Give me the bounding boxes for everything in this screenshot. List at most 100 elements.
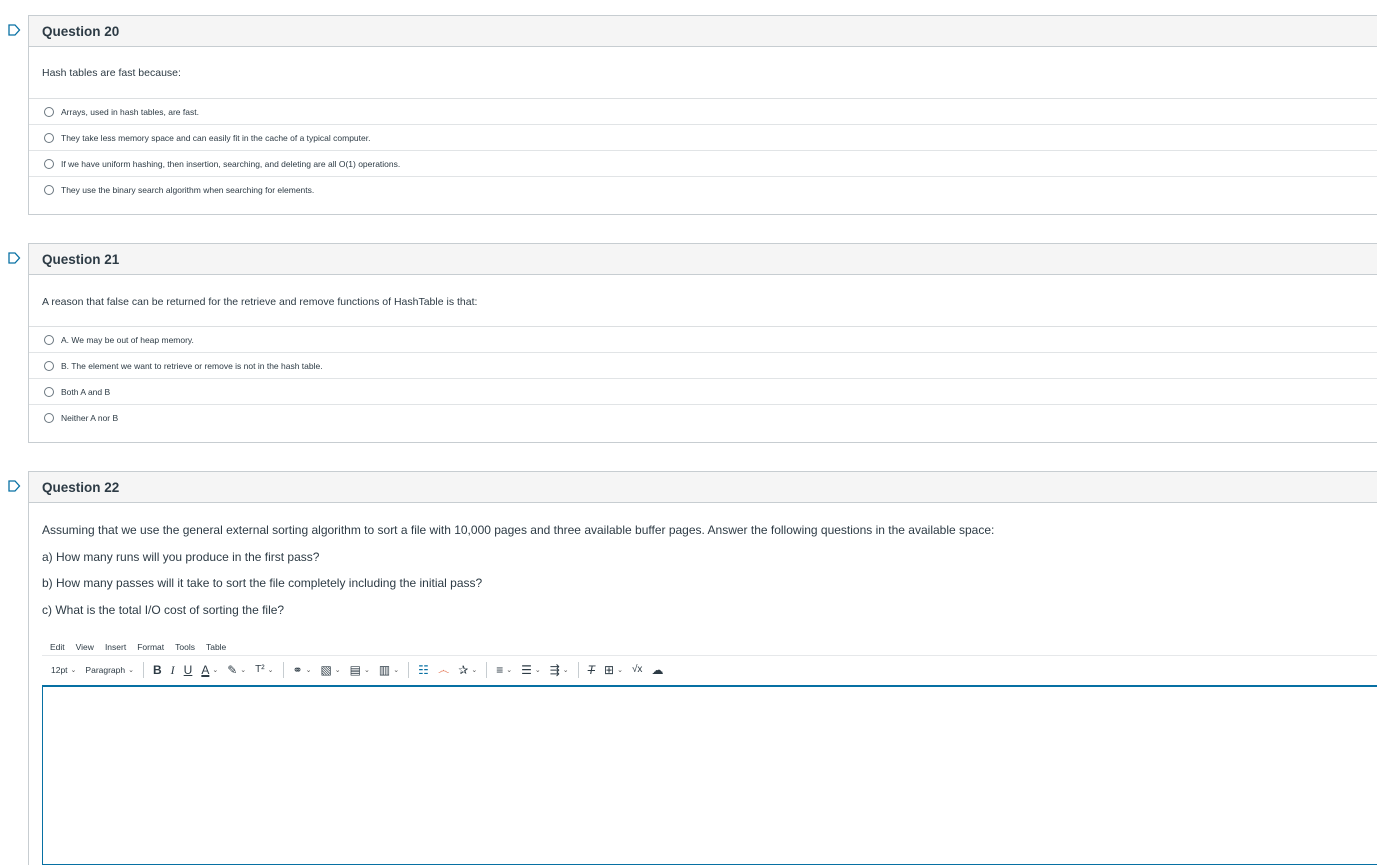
flag-question-22-icon[interactable] — [8, 480, 21, 492]
indent-icon: ⇶ — [549, 663, 560, 677]
link-button[interactable]: ⚭ ⌄ — [293, 664, 312, 676]
cloud-upload-icon[interactable]: ☁ — [651, 664, 663, 676]
accessibility-icon: ✰ — [458, 663, 469, 677]
answer-option[interactable]: A. We may be out of heap memory. — [29, 327, 1377, 353]
radio-button-icon[interactable] — [44, 132, 54, 143]
highlight-color-button[interactable]: ✎ ⌄ — [227, 664, 246, 676]
answer-label: Arrays, used in hash tables, are fast. — [61, 106, 199, 117]
underline-button[interactable]: U — [184, 664, 193, 676]
answer-label: B. The element we want to retrieve or re… — [61, 360, 323, 371]
flag-question-20-icon[interactable] — [8, 24, 21, 36]
document-button[interactable]: ▥ ⌄ — [379, 664, 399, 676]
radio-button-icon[interactable] — [44, 386, 54, 397]
superscript-button[interactable]: T² ⌄ — [255, 664, 273, 676]
flag-question-21-icon[interactable] — [8, 252, 21, 264]
table-button[interactable]: ⊞ ⌄ — [604, 664, 623, 676]
chevron-down-icon: ⌄ — [506, 667, 513, 674]
image-icon: ▧ — [320, 663, 332, 677]
answer-label: If we have uniform hashing, then inserti… — [61, 158, 401, 169]
menu-table[interactable]: Table — [206, 642, 226, 652]
link-icon: ⚭ — [292, 663, 303, 677]
menu-view[interactable]: View — [76, 642, 94, 652]
question-text: b) How many passes will it take to sort … — [42, 576, 483, 590]
radio-button-icon[interactable] — [44, 158, 54, 169]
chevron-down-icon: ⌄ — [471, 667, 478, 674]
answer-option[interactable]: They use the binary search algorithm whe… — [29, 177, 1377, 203]
block-format-select[interactable]: Paragraph ⌄ — [85, 665, 134, 675]
image-button[interactable]: ▧ ⌄ — [320, 664, 340, 676]
answer-option[interactable]: Arrays, used in hash tables, are fast. — [29, 99, 1377, 125]
italic-button[interactable]: I — [171, 664, 175, 676]
question-title: Question 20 — [42, 23, 120, 39]
answer-option[interactable]: They take less memory space and can easi… — [29, 125, 1377, 151]
math-equation-icon[interactable]: √x — [632, 664, 643, 676]
chevron-down-icon: ⌄ — [334, 667, 341, 674]
answer-label: A. We may be out of heap memory. — [61, 334, 194, 345]
apps-icon[interactable]: ☷ — [418, 664, 429, 676]
highlighter-icon: ✎ — [227, 663, 238, 677]
bullet-list-button[interactable]: ☰ ⌄ — [521, 664, 541, 676]
question-20: Question 20 Hash tables are fast because… — [28, 15, 1377, 215]
radio-button-icon[interactable] — [44, 360, 54, 371]
indent-button[interactable]: ⇶ ⌄ — [550, 664, 569, 676]
rich-text-editor: Edit View Insert Format Tools Table 12pt… — [42, 639, 1377, 865]
chevron-down-icon: ⌄ — [364, 667, 370, 674]
chevron-down-icon: ⌄ — [562, 667, 569, 674]
question-text: A reason that false can be returned for … — [42, 296, 478, 308]
question-text: Assuming that we use the general externa… — [42, 523, 995, 537]
toolbar-divider — [577, 662, 579, 678]
editor-menubar: Edit View Insert Format Tools Table — [42, 639, 1377, 656]
answer-label: Neither A nor B — [61, 413, 119, 423]
table-icon: ⊞ — [604, 663, 615, 677]
chevron-down-icon: ⌄ — [617, 667, 623, 674]
chevron-down-icon: ⌄ — [534, 667, 541, 674]
question-text: a) How many runs will you produce in the… — [42, 549, 320, 564]
block-format-value: Paragraph — [85, 665, 126, 675]
font-size-value: 12pt — [51, 665, 68, 675]
question-text: c) What is the total I/O cost of sorting… — [42, 602, 285, 617]
chevron-down-icon: ⌄ — [267, 667, 274, 674]
chevron-down-icon: ⌄ — [240, 667, 247, 674]
answer-label: They use the binary search algorithm whe… — [61, 185, 315, 195]
question-text: Hash tables are fast because: — [42, 67, 181, 79]
toolbar-divider — [143, 662, 144, 678]
question-21: Question 21 A reason that false can be r… — [28, 243, 1377, 443]
chevron-down-icon: ⌄ — [393, 667, 400, 674]
text-color-button[interactable]: A ⌄ — [201, 664, 218, 676]
superscript-icon: T² — [255, 664, 265, 675]
answer-option[interactable]: B. The element we want to retrieve or re… — [29, 353, 1377, 379]
toolbar-divider — [486, 662, 488, 678]
radio-button-icon[interactable] — [44, 334, 54, 345]
bold-button[interactable]: B — [153, 664, 162, 676]
clear-formatting-icon[interactable]: T — [588, 664, 595, 676]
chevron-down-icon: ⌄ — [128, 667, 134, 674]
question-title: Question 22 — [42, 479, 120, 495]
radio-button-icon[interactable] — [44, 185, 54, 195]
answer-option[interactable]: If we have uniform hashing, then inserti… — [29, 151, 1377, 177]
align-button[interactable]: ≡ ⌄ — [496, 664, 512, 676]
question-header: Question 20 — [29, 16, 1377, 47]
media-icon: ▤ — [349, 663, 361, 677]
answer-label: Both A and B — [61, 386, 111, 397]
chevron-down-icon: ⌄ — [305, 667, 312, 674]
align-left-icon: ≡ — [496, 663, 504, 677]
menu-format[interactable]: Format — [137, 642, 164, 652]
answer-option[interactable]: Neither A nor B — [29, 405, 1377, 431]
media-button[interactable]: ▤ ⌄ — [350, 664, 370, 676]
menu-edit[interactable]: Edit — [50, 642, 65, 652]
answer-textarea[interactable] — [42, 684, 1377, 865]
menu-tools[interactable]: Tools — [175, 642, 195, 652]
answer-list: Arrays, used in hash tables, are fast. T… — [29, 98, 1377, 203]
radio-button-icon[interactable] — [44, 106, 54, 117]
embed-icon[interactable]: ෴ — [438, 664, 449, 676]
bullet-list-icon: ☰ — [521, 663, 532, 677]
text-color-icon: A — [201, 663, 210, 677]
menu-insert[interactable]: Insert — [105, 642, 126, 652]
toolbar-divider — [282, 662, 284, 678]
question-title: Question 21 — [42, 251, 120, 267]
radio-button-icon[interactable] — [44, 413, 54, 423]
answer-list: A. We may be out of heap memory. B. The … — [29, 326, 1377, 431]
accessibility-button[interactable]: ✰ ⌄ — [458, 664, 477, 676]
answer-option[interactable]: Both A and B — [29, 379, 1377, 405]
font-size-select[interactable]: 12pt ⌄ — [51, 665, 76, 675]
